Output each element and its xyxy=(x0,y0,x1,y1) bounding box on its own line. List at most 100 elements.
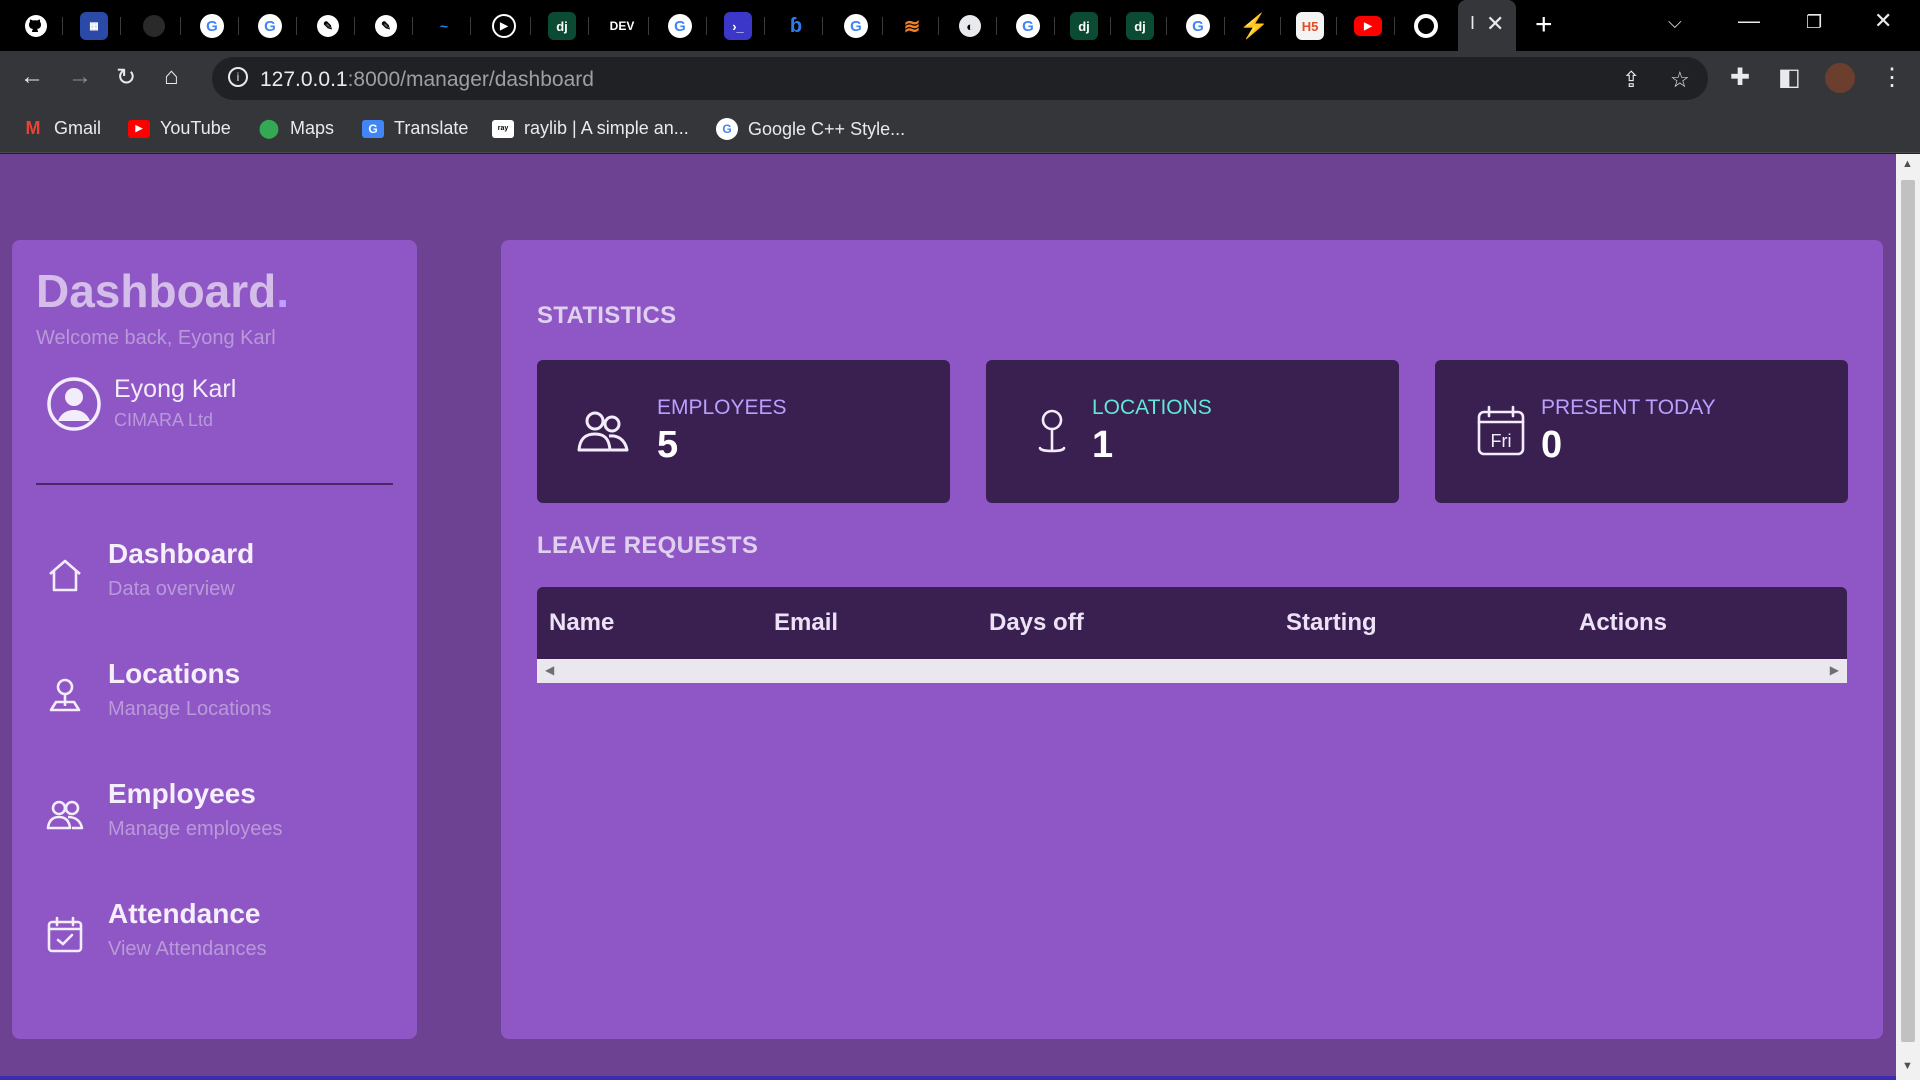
stackoverflow-icon[interactable]: ≋ xyxy=(898,12,926,40)
profile-avatar[interactable] xyxy=(1825,63,1855,93)
sidebar-item-label: Attendance xyxy=(108,898,261,929)
django-icon[interactable]: dj xyxy=(1126,12,1154,40)
bookmark-google-cpp[interactable]: G Google C++ Style... xyxy=(716,118,905,140)
side-panel-icon[interactable]: ◧ xyxy=(1778,63,1801,92)
bookmark-label: Maps xyxy=(290,118,335,138)
bookmark-raylib[interactable]: ray raylib | A simple an... xyxy=(492,118,689,139)
forward-icon[interactable]: → xyxy=(68,63,92,91)
site-icon[interactable]: ✎ xyxy=(314,12,342,40)
site-icon[interactable]: ✎ xyxy=(372,12,400,40)
home-icon[interactable]: ⌂ xyxy=(164,63,179,91)
stat-card-locations: LOCATIONS 1 xyxy=(986,360,1399,503)
scroll-right-icon[interactable]: ▶ xyxy=(1830,663,1839,677)
site-icon[interactable] xyxy=(140,12,168,40)
new-tab-button[interactable]: + xyxy=(1535,8,1553,42)
sidebar-item-employees[interactable]: Employees Manage employees xyxy=(36,778,393,858)
stat-value: 5 xyxy=(657,424,679,466)
play-icon[interactable]: ▶ xyxy=(490,12,518,40)
welcome-text: Welcome back, Eyong Karl xyxy=(36,327,276,349)
bookmark-youtube[interactable]: ▶ YouTube xyxy=(128,118,231,139)
dev-icon[interactable]: DEV xyxy=(604,12,640,40)
sidebar-item-sublabel: Manage Locations xyxy=(108,698,272,720)
sidebar-item-sublabel: Manage employees xyxy=(108,818,283,840)
reload-icon[interactable]: ↻ xyxy=(116,63,136,92)
back-icon[interactable]: ← xyxy=(20,63,44,91)
django-icon[interactable]: dj xyxy=(548,12,576,40)
google-icon[interactable]: G xyxy=(1014,12,1042,40)
bookmark-maps[interactable]: ⬤ Maps xyxy=(258,118,334,139)
browser-toolbar: ← → ↻ ⌂ i 127.0.0.1:8000/manager/dashboa… xyxy=(0,51,1920,106)
site-icon[interactable]: ~ xyxy=(430,12,458,40)
bookmark-label: Google C++ Style... xyxy=(748,118,906,139)
globe-icon[interactable]: ◐ xyxy=(956,12,984,40)
youtube-icon: ▶ xyxy=(128,119,150,138)
site-icon[interactable]: ▦ xyxy=(80,12,108,40)
stat-card-present-today: Fri PRESENT TODAY 0 xyxy=(1435,360,1848,503)
scrollbar-thumb[interactable] xyxy=(1901,180,1915,1042)
chrome-icon[interactable] xyxy=(1412,12,1440,40)
sidebar-item-attendance[interactable]: Attendance View Attendances xyxy=(36,898,393,978)
close-tab-icon[interactable]: ✕ xyxy=(1486,11,1504,37)
people-icon xyxy=(46,800,84,830)
minimize-icon[interactable]: — xyxy=(1738,8,1760,34)
stat-value: 1 xyxy=(1092,424,1114,466)
calendar-day-icon: Fri xyxy=(1477,405,1525,456)
active-tab[interactable]: I ✕ xyxy=(1458,0,1516,51)
scroll-left-icon[interactable]: ◀ xyxy=(545,663,554,677)
bolt-icon[interactable]: ⚡ xyxy=(1239,12,1269,40)
youtube-icon[interactable]: ▶ xyxy=(1354,16,1382,36)
stat-label: EMPLOYEES xyxy=(657,396,787,419)
active-tab-title: I xyxy=(1470,13,1476,33)
bookmark-label: YouTube xyxy=(160,118,231,138)
page-bottom-border xyxy=(0,1076,1896,1080)
github-icon[interactable] xyxy=(22,12,50,40)
close-window-icon[interactable]: ✕ xyxy=(1874,8,1892,34)
sidebar-item-label: Dashboard xyxy=(108,538,255,569)
maps-icon: ⬤ xyxy=(258,118,280,138)
sidebar: Dashboard. Welcome back, Eyong Karl Eyon… xyxy=(12,240,417,1039)
user-name: Eyong Karl xyxy=(114,375,237,403)
column-header-actions: Actions xyxy=(1579,609,1668,636)
leave-requests-table: Name Email Days off Starting Actions ◀ ▶ xyxy=(537,587,1847,683)
google-icon[interactable]: G xyxy=(666,12,694,40)
scroll-up-icon[interactable]: ▲ xyxy=(1902,158,1913,170)
stat-card-employees: EMPLOYEES 5 xyxy=(537,360,950,503)
menu-icon[interactable]: ⋮ xyxy=(1880,63,1904,92)
page-vertical-scrollbar[interactable]: ▲ ▼ xyxy=(1896,154,1920,1080)
bookmark-label: Gmail xyxy=(54,118,102,138)
column-header-name: Name xyxy=(549,609,615,636)
share-icon[interactable]: ⇪ xyxy=(1622,67,1640,93)
sidebar-item-dashboard[interactable]: Dashboard Data overview xyxy=(36,538,393,618)
bookmarks-bar: M Gmail ▶ YouTube ⬤ Maps G Translate ray… xyxy=(0,106,1920,153)
sidebar-item-label: Employees xyxy=(108,778,256,809)
site-icon[interactable]: ɓ xyxy=(782,12,810,40)
calendar-day-text: Fri xyxy=(1491,431,1512,451)
terminal-icon[interactable]: ›_ xyxy=(724,12,752,40)
tab-strip: ▦ G G ✎ ✎ ~ ▶ dj DEV G ›_ ɓ G ≋ ◐ G dj d… xyxy=(0,0,1920,51)
statistics-heading: STATISTICS xyxy=(537,302,677,329)
extensions-icon[interactable]: ✚ xyxy=(1730,63,1750,92)
html-icon[interactable]: H5 xyxy=(1296,12,1324,40)
sidebar-item-locations[interactable]: Locations Manage Locations xyxy=(36,658,393,738)
url-text[interactable]: 127.0.0.1:8000/manager/dashboard xyxy=(260,68,594,92)
google-icon[interactable]: G xyxy=(198,12,226,40)
user-avatar-icon xyxy=(47,377,101,431)
bookmark-translate[interactable]: G Translate xyxy=(362,118,468,139)
calendar-check-icon xyxy=(47,916,83,953)
table-horizontal-scrollbar[interactable]: ◀ ▶ xyxy=(537,659,1847,683)
bookmark-gmail[interactable]: M Gmail xyxy=(22,118,102,139)
google-icon: G xyxy=(716,118,738,140)
google-icon[interactable]: G xyxy=(842,12,870,40)
tab-search-icon[interactable]: ⌵ xyxy=(1668,12,1682,33)
address-bar[interactable]: i 127.0.0.1:8000/manager/dashboard ⇪ ☆ xyxy=(212,57,1708,100)
google-icon[interactable]: G xyxy=(1184,12,1212,40)
scroll-down-icon[interactable]: ▼ xyxy=(1902,1060,1913,1072)
sidebar-item-sublabel: Data overview xyxy=(108,578,235,600)
django-icon[interactable]: dj xyxy=(1070,12,1098,40)
google-icon[interactable]: G xyxy=(256,12,284,40)
restore-icon[interactable]: ❐ xyxy=(1806,12,1822,33)
bookmark-star-icon[interactable]: ☆ xyxy=(1670,67,1690,93)
bookmark-label: raylib | A simple an... xyxy=(524,118,689,138)
home-icon xyxy=(49,559,81,592)
site-info-icon[interactable]: i xyxy=(228,67,248,87)
